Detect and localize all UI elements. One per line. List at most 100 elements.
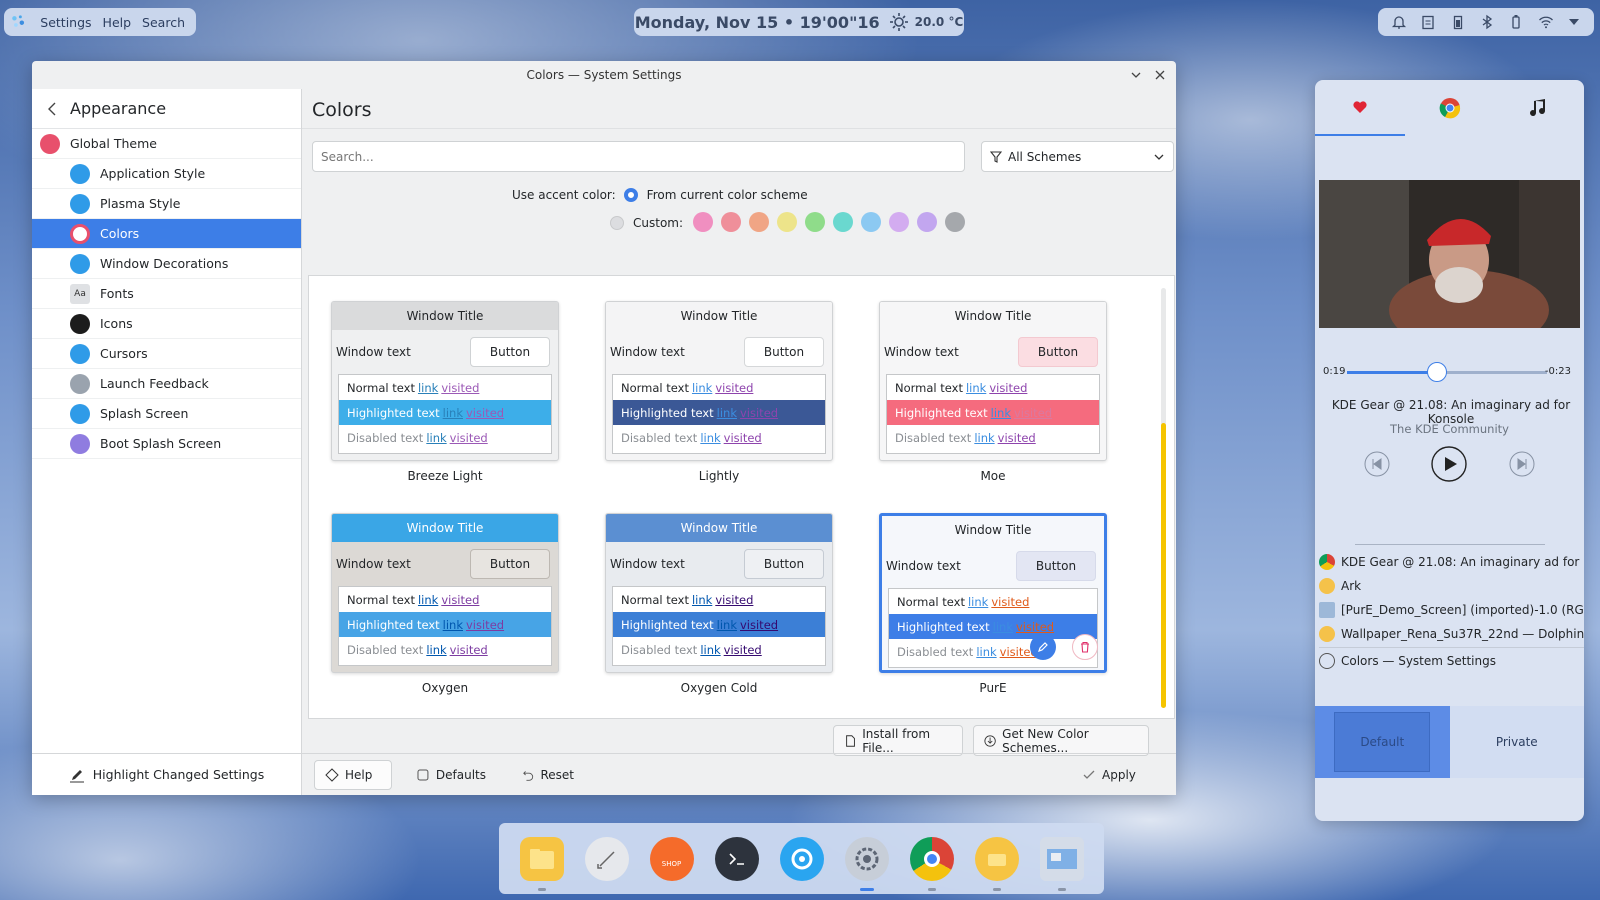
chrome-icon[interactable] [909, 836, 954, 891]
sidebar-item-global-theme[interactable]: Global Theme [32, 129, 301, 159]
sidebar-item-colors[interactable]: Colors [32, 219, 301, 249]
tab-favorites[interactable] [1315, 80, 1405, 136]
menu-settings[interactable]: Settings [40, 15, 91, 30]
highlight-changed-button[interactable]: Highlight Changed Settings [32, 753, 301, 795]
menu-help[interactable]: Help [103, 15, 132, 30]
accent-current-label: From current color scheme [646, 188, 808, 202]
tab-music[interactable] [1494, 80, 1584, 136]
sidebar-item-splash-screen[interactable]: Splash Screen [32, 399, 301, 429]
color-scheme-card[interactable]: Window Title Window text Button Normal text… [605, 301, 833, 483]
remaining-time: -0:23 [1544, 366, 1571, 377]
sidebar-item-icons[interactable]: Icons [32, 309, 301, 339]
task-item[interactable]: [PurE_Demo_Screen] (imported)-1.0 (RGB..… [1319, 598, 1584, 622]
title-bar[interactable]: Colors — System Settings [32, 61, 1176, 89]
filter-icon [990, 150, 1002, 163]
color-scheme-card[interactable]: Window Title Window text Button Normal text… [879, 301, 1107, 483]
sidebar-item-fonts[interactable]: Aa Fonts [32, 279, 301, 309]
folder-icon[interactable] [974, 836, 1019, 891]
search-input[interactable]: Search... [312, 141, 965, 172]
task-item[interactable]: KDE Gear @ 21.08: An imaginary ad for Ko… [1319, 550, 1584, 574]
wifi-icon[interactable] [1538, 14, 1554, 30]
device-icon[interactable] [1508, 14, 1524, 30]
color-scheme-card[interactable]: Window Title Window text Button Normal text… [331, 513, 559, 695]
color-scheme-card[interactable]: Window Title Window text Button Normal text… [605, 513, 833, 695]
seek-handle[interactable] [1427, 362, 1447, 382]
install-from-file-button[interactable]: Install from File... [833, 725, 963, 756]
next-icon[interactable] [1509, 451, 1535, 477]
sidebar-item-cursors[interactable]: Cursors [32, 339, 301, 369]
menu-search[interactable]: Search [142, 15, 185, 30]
clock-widget[interactable]: Monday, Nov 15 • 19'00"16 20.0 °C [634, 8, 964, 36]
global-theme-icon [40, 133, 60, 154]
get-new-schemes-button[interactable]: Get New Color Schemes... [973, 725, 1149, 756]
task-item[interactable]: Wallpaper_Rena_Su37R_22nd — Dolphin [1319, 622, 1584, 646]
bell-icon[interactable] [1391, 14, 1407, 30]
edit-scheme-button[interactable] [1030, 634, 1056, 660]
download-icon [984, 734, 996, 747]
defaults-button[interactable]: Defaults [406, 760, 496, 790]
accent-swatch[interactable] [749, 211, 770, 232]
preview-view: Normal text link visited Highlighted text li… [612, 586, 826, 666]
shop-icon[interactable]: SHOP [649, 836, 694, 881]
accent-custom-radio[interactable] [610, 216, 624, 230]
back-arrow-icon[interactable] [46, 101, 58, 117]
seek-bar[interactable]: 0:19 -0:23 [1323, 362, 1581, 382]
launcher-icon[interactable] [10, 11, 26, 33]
arrow-down-icon[interactable] [1567, 15, 1581, 29]
preview-normal-row: Normal text link visited [887, 375, 1099, 400]
accent-swatch[interactable] [861, 211, 882, 232]
previous-icon[interactable] [1364, 451, 1390, 477]
mode-default[interactable]: Default [1315, 706, 1450, 778]
settings-icon[interactable] [844, 836, 889, 891]
sidebar-item-boot-splash-screen[interactable]: Boot Splash Screen [32, 429, 301, 459]
close-icon[interactable] [1154, 69, 1166, 81]
accent-swatch[interactable] [945, 211, 966, 232]
preview-highlighted-row: Highlighted text link visited [339, 612, 551, 637]
notes-icon[interactable] [584, 836, 629, 881]
accent-swatch[interactable] [889, 211, 910, 232]
scrollbar-thumb[interactable] [1161, 423, 1166, 708]
separator [1355, 544, 1545, 545]
preview-link: link [442, 617, 463, 632]
accent-current-radio[interactable] [623, 188, 638, 202]
seek-track[interactable] [1347, 371, 1547, 374]
delete-scheme-button[interactable] [1072, 634, 1098, 660]
help-button[interactable]: Help [314, 760, 392, 790]
task-label: Colors — System Settings [1341, 654, 1496, 668]
preview-window: Window text Button [332, 542, 558, 586]
preview-highlighted-text: Highlighted text [347, 617, 440, 632]
accent-swatch[interactable] [805, 211, 826, 232]
sidebar-item-application-style[interactable]: Application Style [32, 159, 301, 189]
tab-chrome[interactable] [1405, 80, 1495, 136]
play-icon[interactable] [1431, 446, 1468, 482]
terminal-icon[interactable] [714, 836, 759, 881]
color-scheme-card[interactable]: Window Title Window text Button Normal text… [879, 513, 1107, 695]
scrollbar[interactable] [1161, 288, 1166, 708]
task-item[interactable]: Ark [1319, 574, 1584, 598]
accent-swatch[interactable] [721, 211, 742, 232]
minimize-icon[interactable] [1130, 69, 1142, 81]
apply-button[interactable]: Apply [1072, 760, 1148, 790]
color-scheme-card[interactable]: Window Title Window text Button Normal text… [331, 301, 559, 483]
accent-swatch[interactable] [777, 211, 798, 232]
accent-swatch[interactable] [833, 211, 854, 232]
image-viewer-icon[interactable] [1039, 836, 1084, 891]
browser-c-icon[interactable] [779, 836, 824, 881]
reset-button[interactable]: Reset [512, 760, 584, 790]
bluetooth-icon[interactable] [1479, 14, 1495, 30]
checkmark-icon [1083, 770, 1095, 779]
clipboard-icon[interactable] [1420, 14, 1436, 30]
sidebar-item-launch-feedback[interactable]: Launch Feedback [32, 369, 301, 399]
sidebar-header[interactable]: Appearance [32, 89, 301, 129]
files-icon[interactable] [519, 836, 564, 891]
accent-swatch[interactable] [917, 211, 938, 232]
battery-icon[interactable] [1450, 14, 1466, 30]
mode-private[interactable]: Private [1449, 706, 1584, 778]
pencil-icon [69, 769, 84, 782]
sidebar-item-window-decorations[interactable]: Window Decorations [32, 249, 301, 279]
task-item[interactable]: Colors — System Settings [1319, 649, 1584, 673]
scheme-preview: Window Title Window text Button Normal text… [605, 513, 833, 673]
sidebar-item-plasma-style[interactable]: Plasma Style [32, 189, 301, 219]
accent-swatch[interactable] [693, 211, 714, 232]
scheme-filter-dropdown[interactable]: All Schemes [981, 141, 1174, 172]
